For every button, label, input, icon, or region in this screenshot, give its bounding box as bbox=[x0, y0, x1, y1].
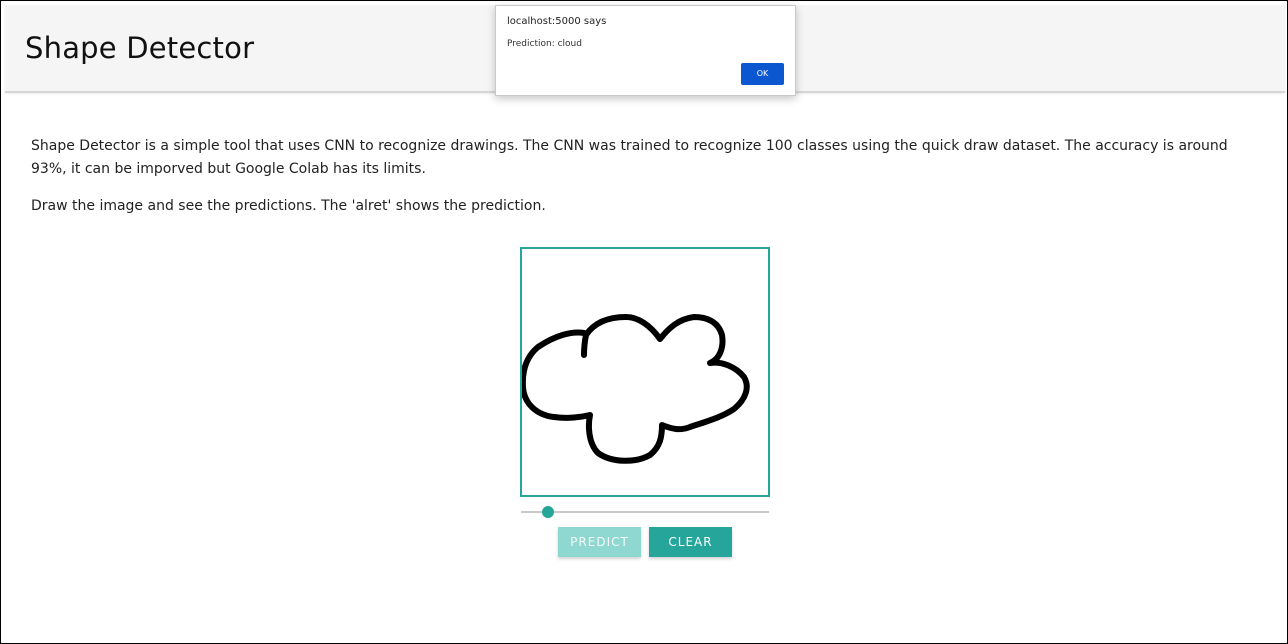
brush-size-slider[interactable] bbox=[521, 503, 769, 521]
browser-viewport: Shape Detector Shape Detector is a simpl… bbox=[0, 0, 1288, 644]
cloud-stroke bbox=[522, 314, 750, 464]
clear-button[interactable]: CLEAR bbox=[649, 527, 732, 557]
predict-button[interactable]: PREDICT bbox=[558, 527, 641, 557]
slider-thumb[interactable] bbox=[542, 506, 554, 518]
slider-track bbox=[521, 511, 769, 513]
drawing-canvas[interactable] bbox=[520, 247, 770, 497]
description-paragraph: Shape Detector is a simple tool that use… bbox=[31, 138, 1228, 177]
alert-ok-button[interactable]: OK bbox=[741, 63, 784, 85]
cloud-drawing bbox=[522, 314, 750, 464]
alert-message: Prediction: cloud bbox=[507, 39, 582, 49]
instruction-paragraph: Draw the image and see the predictions. … bbox=[31, 198, 546, 214]
description-section: Shape Detector is a simple tool that use… bbox=[31, 135, 1261, 232]
alert-dialog: localhost:5000 says Prediction: cloud OK bbox=[495, 5, 796, 96]
alert-origin-text: localhost:5000 says bbox=[507, 16, 607, 27]
page-title: Shape Detector bbox=[25, 31, 255, 65]
